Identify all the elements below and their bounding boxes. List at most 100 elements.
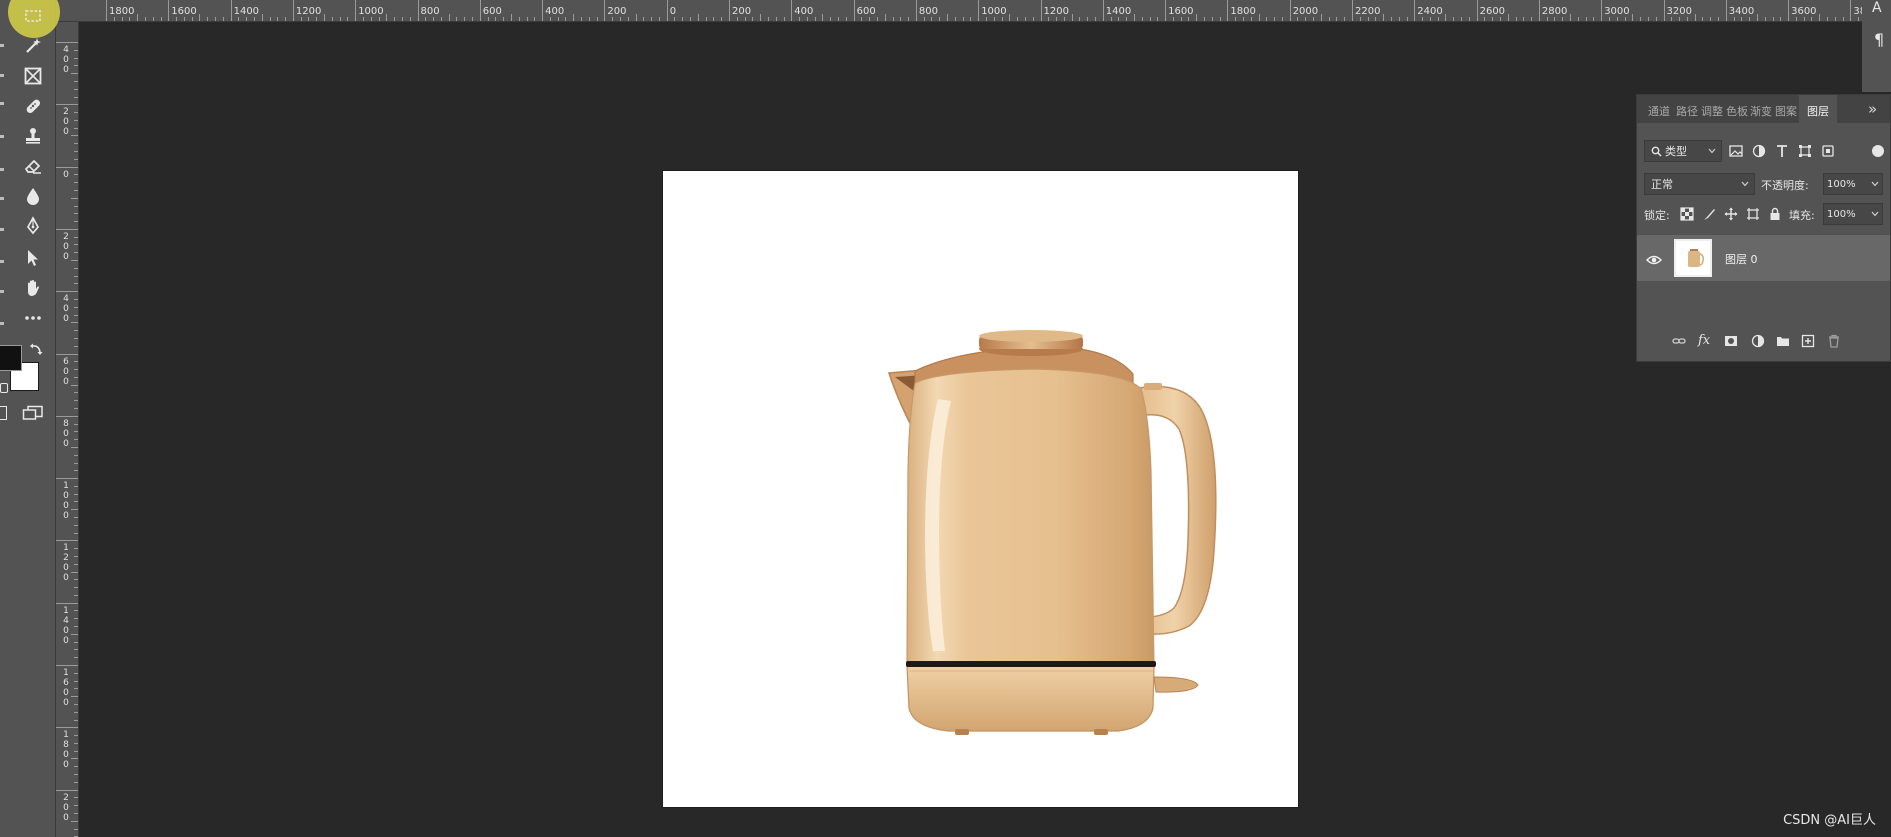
blend-mode-select[interactable]: 正常 (1644, 173, 1755, 195)
mask-icon[interactable] (1723, 333, 1739, 349)
ruler-h-minor-tick (1492, 17, 1494, 21)
ruler-h-label: 800 (420, 6, 440, 17)
default-colors-icon[interactable] (0, 383, 8, 393)
type-filter-icon[interactable] (1774, 143, 1790, 159)
layer-name[interactable]: 图层 0 (1725, 251, 1758, 267)
ruler-h-major-tick (168, 0, 170, 21)
ruler-h-major-tick (355, 0, 357, 21)
link-icon[interactable] (1671, 333, 1687, 349)
ruler-h-minor-tick (643, 17, 645, 21)
ruler-h-minor-tick (1204, 17, 1206, 21)
screen-mode-icon[interactable] (22, 405, 44, 421)
tab-patterns[interactable]: 图案 (1775, 103, 1797, 119)
ruler-h-minor-tick (1196, 14, 1198, 21)
smart-object-filter-icon[interactable] (1820, 143, 1836, 159)
tab-channels[interactable]: 通道 (1648, 103, 1670, 119)
ruler-h-label: 0 (669, 6, 677, 17)
shape-filter-icon[interactable] (1797, 143, 1813, 159)
ruler-v-minor-tick (74, 392, 78, 394)
chevron-down-icon (1871, 211, 1879, 217)
ruler-h-minor-tick (1546, 17, 1548, 21)
fx-icon[interactable]: fx (1698, 333, 1710, 348)
lock-artboard-icon[interactable] (1745, 206, 1761, 222)
ruler-h-minor-tick (277, 17, 279, 21)
eye-icon[interactable] (1646, 251, 1662, 265)
opacity-input[interactable]: 100% (1823, 173, 1883, 195)
adjustment-icon[interactable] (1750, 333, 1766, 349)
lock-transparent-icon[interactable] (1679, 206, 1695, 222)
tab-paths[interactable]: 路径 (1676, 103, 1698, 119)
stamp-icon[interactable] (20, 123, 46, 149)
tools-panel (0, 0, 60, 837)
ruler-v-minor-tick (74, 221, 78, 223)
tab-swatches[interactable]: 色板 (1726, 103, 1748, 119)
hand-icon[interactable] (20, 275, 46, 301)
marquee-icon[interactable] (20, 3, 46, 29)
path-select-icon[interactable] (20, 245, 46, 271)
horizontal-ruler[interactable]: 1800 1600 1400 1200 1000 800 600 400 200 0 200 400 6… (56, 0, 1891, 22)
ruler-h-minor-tick (1616, 17, 1618, 21)
frame-icon[interactable] (20, 63, 46, 89)
tab-layers[interactable]: 图层 (1807, 103, 1829, 119)
ruler-h-minor-tick (1445, 14, 1447, 21)
magic-wand-icon[interactable] (20, 33, 46, 59)
ruler-h-minor-tick (347, 17, 349, 21)
ruler-h-minor-tick (238, 17, 240, 21)
pen-icon[interactable] (20, 213, 46, 239)
ruler-h-minor-tick (1063, 17, 1065, 21)
trash-icon[interactable] (1826, 333, 1842, 349)
ruler-v-label: 4 0 0 (63, 294, 69, 325)
ruler-h-minor-tick (1180, 17, 1182, 21)
ruler-v-minor-tick (71, 135, 78, 137)
ruler-v-minor-tick (74, 594, 78, 596)
ruler-h-minor-tick (386, 14, 388, 21)
paragraph-panel-button[interactable]: ¶ (1874, 30, 1884, 49)
blur-icon[interactable] (20, 183, 46, 209)
foreground-color-swatch[interactable] (0, 345, 22, 371)
image-filter-icon[interactable] (1728, 143, 1744, 159)
ruler-v-minor-tick (74, 711, 78, 713)
new-layer-icon[interactable] (1800, 333, 1816, 349)
quick-mask-icon[interactable] (0, 406, 7, 420)
swap-colors-icon[interactable] (29, 341, 43, 355)
tab-adjustments[interactable]: 调整 (1701, 103, 1723, 119)
ruler-h-minor-tick (876, 17, 878, 21)
lock-pixels-icon[interactable] (1701, 206, 1717, 222)
adjustment-filter-icon[interactable] (1751, 143, 1767, 159)
panel-tab-bar: 通道 路径 调整 色板 渐变 图案 图层 » (1637, 95, 1890, 123)
ruler-v-minor-tick (74, 283, 78, 285)
ruler-h-minor-tick (510, 14, 512, 21)
ruler-h-label: 1400 (233, 6, 260, 17)
ruler-v-minor-tick (74, 400, 78, 402)
ruler-v-minor-tick (74, 314, 78, 316)
ruler-v-minor-tick (74, 369, 78, 371)
filter-toggle-icon[interactable] (1872, 145, 1884, 157)
lock-position-icon[interactable] (1723, 206, 1739, 222)
ruler-h-minor-tick (1274, 17, 1276, 21)
tab-gradients[interactable]: 渐变 (1750, 103, 1772, 119)
ruler-h-label: 1600 (171, 6, 197, 17)
layer-row[interactable]: 图层 0 (1637, 235, 1890, 281)
ruler-h-major-tick (292, 0, 294, 21)
ruler-h-minor-tick (1157, 17, 1159, 21)
document-canvas[interactable] (663, 171, 1298, 807)
ruler-h-label: 200 (607, 6, 627, 17)
ruler-h-minor-tick (1585, 17, 1587, 21)
ruler-h-minor-tick (113, 17, 115, 21)
ruler-h-minor-tick (378, 17, 380, 21)
panel-expand-icon[interactable]: » (1868, 100, 1877, 118)
layer-thumbnail[interactable] (1674, 239, 1712, 277)
ruler-h-minor-tick (518, 17, 520, 21)
folder-icon[interactable] (1775, 333, 1791, 349)
vertical-ruler[interactable]: 4 0 0 2 0 0 0 2 0 0 4 0 0 6 0 0 8 0 0 1 0 0 0 1 … (56, 22, 79, 837)
more-tools-icon[interactable] (20, 305, 46, 331)
ruler-h-minor-tick (370, 17, 372, 21)
ruler-v-label: 1 2 0 0 (63, 543, 69, 584)
ruler-h-minor-tick (845, 17, 847, 21)
character-panel-button[interactable]: A (1872, 0, 1882, 16)
lock-all-icon[interactable] (1767, 206, 1783, 222)
eraser-icon[interactable] (20, 153, 46, 179)
layer-filter-select[interactable]: 类型 (1644, 140, 1722, 162)
healing-brush-icon[interactable] (20, 93, 46, 119)
fill-input[interactable]: 100% (1823, 203, 1883, 225)
